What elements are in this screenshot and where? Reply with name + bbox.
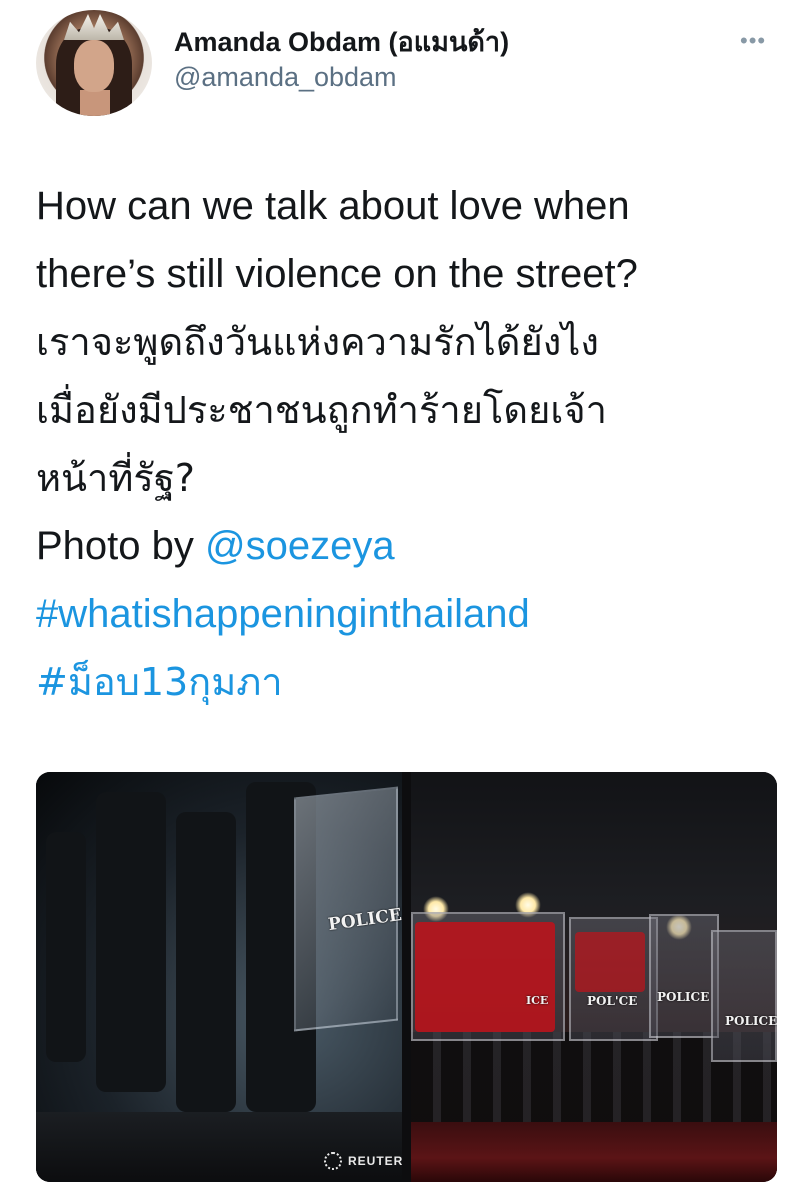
media-photo-police-legs[interactable]: POLICE REUTERS [36,772,402,1182]
hashtag-link[interactable]: #whatishappeninginthailand [36,592,530,636]
photo-credit-mention-link[interactable]: @soezeya [205,524,395,568]
riot-shield [649,914,719,1038]
author-avatar[interactable] [36,10,152,116]
tweet-text-line: เมื่อยังมีประชาชนถูกทำร้ายโดยเจ้า [36,388,607,432]
media-photo-police-shields[interactable]: ICE POL'CE POLICE POLICE [411,772,777,1182]
author-name[interactable]: Amanda Obdam (อแมนด้า) [174,20,509,63]
officer-figure [176,812,236,1112]
photo-credit: Photo by @soezeya [36,512,796,580]
avatar-neck [80,90,110,116]
shield-label: POLICE [725,1014,777,1028]
hashtag-link[interactable]: #ม็อบ13กุมภา [36,660,283,704]
more-options-icon[interactable]: ••• [740,28,766,54]
red-paint-splash [575,932,645,992]
tweet-text: How can we talk about love when there’s … [36,172,796,716]
photo-ground [36,1112,402,1182]
hashtag-line: #ม็อบ13กุมภา [36,648,796,716]
red-paint-splash [415,922,555,1032]
tweet-media: POLICE REUTERS ICE POL'CE POLICE POLICE [36,772,777,1182]
tweet-text-line: How can we talk about love when [36,184,630,228]
tweet-text-line: there’s still violence on the street? [36,252,638,296]
reuters-credit: REUTERS [348,1154,402,1168]
photo-credit-prefix: Photo by [36,524,206,568]
officer-figure [46,832,86,1062]
photo-ground [411,1122,777,1182]
riot-shield [711,930,777,1062]
shield-label: ICE [526,994,549,1007]
crown-icon [64,14,124,40]
reuters-logo-icon [324,1152,342,1170]
author-handle[interactable]: @amanda_obdam [174,62,397,93]
officer-figure [96,792,166,1092]
shield-label: POL'CE [587,994,638,1008]
shield-label: POLICE [657,990,710,1004]
hashtag-line: #whatishappeninginthailand [36,580,796,648]
tweet-card: Amanda Obdam (อแมนด้า) @amanda_obdam •••… [0,0,812,1200]
tweet-text-line: เราจะพูดถึงวันแห่งความรักได้ยังไง [36,320,599,364]
tweet-text-line: หน้าที่รัฐ? [36,456,195,500]
avatar-face [74,40,114,92]
reuters-watermark: REUTERS [324,1152,402,1170]
